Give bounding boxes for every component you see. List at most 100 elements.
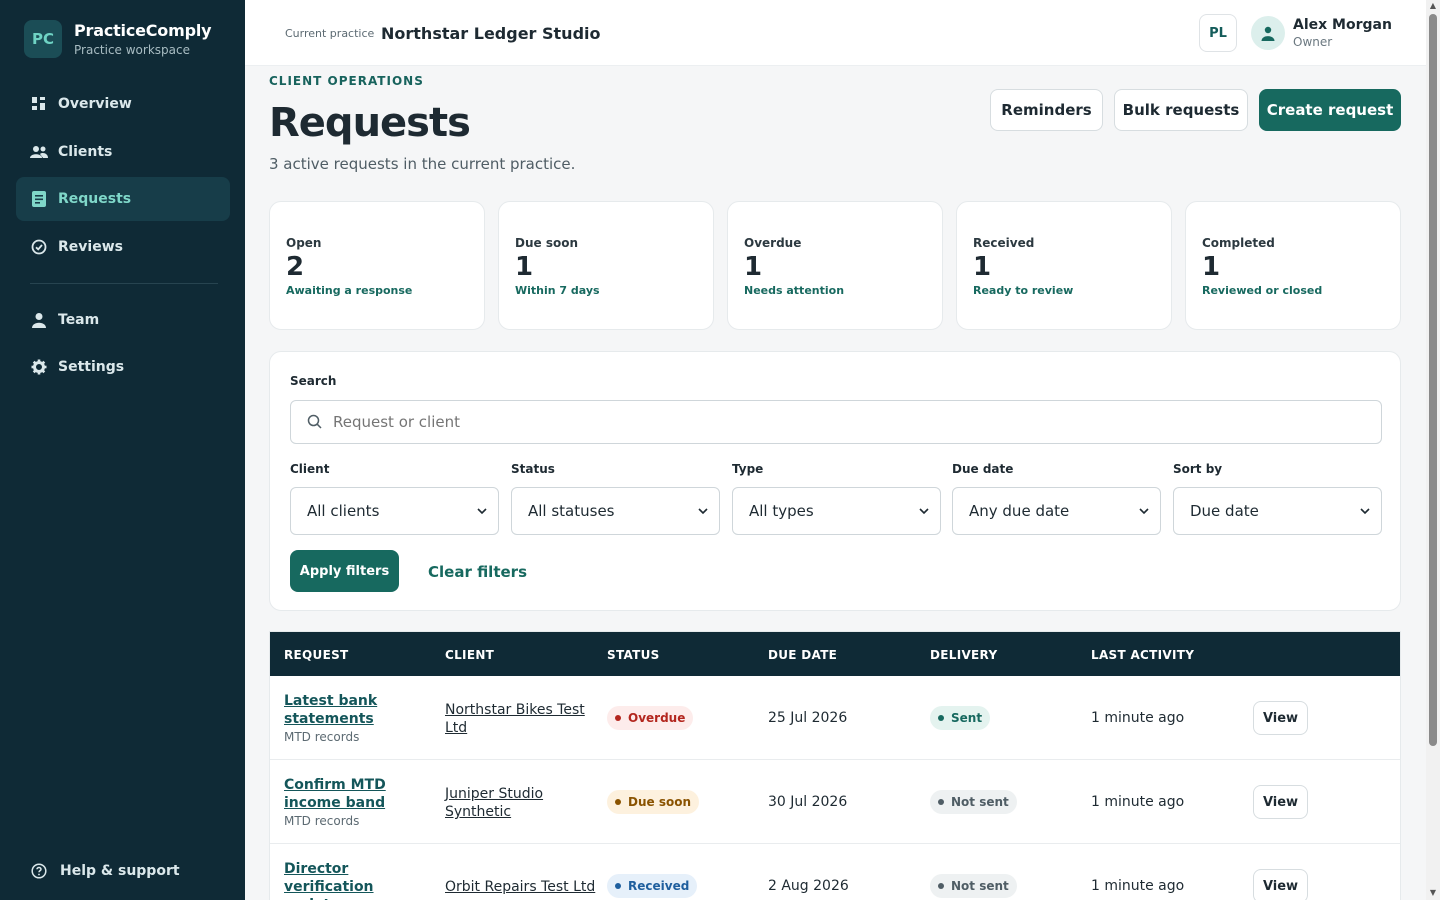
- sidebar-item-label: Overview: [58, 96, 132, 112]
- column-header-status[interactable]: STATUS: [607, 648, 660, 662]
- status-select-value: All statuses: [528, 502, 615, 520]
- reminders-button[interactable]: Reminders: [990, 89, 1103, 131]
- sort-by-select[interactable]: Due date: [1173, 487, 1382, 535]
- request-title-link[interactable]: Latest bank statements: [284, 692, 404, 728]
- type-filter-label: Type: [732, 462, 764, 476]
- stat-value: 1: [515, 252, 534, 282]
- stat-card-received: Received 1 Ready to review: [956, 201, 1172, 330]
- column-header-delivery[interactable]: DELIVERY: [930, 648, 997, 662]
- user-icon: [30, 311, 48, 329]
- stat-value: 2: [286, 252, 305, 282]
- due-date-filter-label: Due date: [952, 462, 1014, 476]
- column-header-client[interactable]: CLIENT: [445, 648, 494, 662]
- stat-note: Ready to review: [973, 284, 1074, 297]
- due-date: 30 Jul 2026: [768, 794, 848, 810]
- stat-label: Open: [286, 236, 322, 250]
- sidebar: PC PracticeComply Practice workspace Ove…: [0, 0, 245, 900]
- practice-switcher-badge[interactable]: PL: [1199, 14, 1237, 52]
- filters-card: Search Client Status Type Due date Sort …: [269, 351, 1401, 611]
- current-practice-name[interactable]: Northstar Ledger Studio: [381, 24, 601, 43]
- search-input[interactable]: [333, 413, 1373, 431]
- scroll-down-arrow-icon[interactable]: ▼: [1429, 889, 1437, 897]
- column-header-due-date[interactable]: DUE DATE: [768, 648, 837, 662]
- chevron-down-icon: [477, 508, 487, 515]
- clear-filters-link[interactable]: Clear filters: [428, 563, 527, 581]
- client-link[interactable]: Northstar Bikes Test Ltd: [445, 701, 585, 737]
- request-title-link[interactable]: Confirm MTD income band: [284, 776, 404, 812]
- stat-note: Awaiting a response: [286, 284, 413, 297]
- client-filter-label: Client: [290, 462, 330, 476]
- scroll-up-arrow-icon[interactable]: ▲: [1429, 2, 1437, 10]
- client-select[interactable]: All clients: [290, 487, 499, 535]
- delivery-dot: [938, 883, 944, 889]
- sidebar-item-clients[interactable]: Clients: [16, 130, 230, 174]
- due-date-select-value: Any due date: [969, 502, 1070, 520]
- apply-filters-button[interactable]: Apply filters: [290, 550, 399, 592]
- brand[interactable]: PC PracticeComply Practice workspace: [24, 20, 212, 58]
- type-select[interactable]: All types: [732, 487, 941, 535]
- sidebar-item-reviews[interactable]: Reviews: [16, 225, 230, 269]
- stat-value: 1: [973, 252, 992, 282]
- status-badge: Received: [607, 874, 698, 898]
- column-header-request[interactable]: REQUEST: [284, 648, 349, 662]
- view-button[interactable]: View: [1253, 701, 1308, 735]
- brand-subtitle: Practice workspace: [74, 43, 190, 57]
- request-title-link[interactable]: Director verification update: [284, 860, 424, 900]
- check-circle-icon: [30, 238, 48, 256]
- help-support-link[interactable]: Help & support: [30, 862, 180, 880]
- status-filter-label: Status: [511, 462, 555, 476]
- stat-label: Received: [973, 236, 1035, 250]
- users-icon: [30, 143, 48, 161]
- view-button[interactable]: View: [1253, 869, 1308, 900]
- stat-card-overdue: Overdue 1 Needs attention: [727, 201, 943, 330]
- stat-note: Needs attention: [744, 284, 845, 297]
- delivery-badge: Not sent: [930, 874, 1017, 898]
- delivery-text: Not sent: [951, 879, 1009, 893]
- section-eyebrow: CLIENT OPERATIONS: [269, 74, 424, 88]
- page-subtitle: 3 active requests in the current practic…: [269, 155, 576, 173]
- search-label: Search: [290, 374, 337, 388]
- current-practice-label: Current practice: [285, 27, 375, 40]
- sidebar-item-label: Requests: [58, 191, 132, 207]
- requests-table: REQUEST CLIENT STATUS DUE DATE DELIVERY …: [269, 631, 1401, 900]
- stat-label: Due soon: [515, 236, 578, 250]
- user-menu[interactable]: Alex Morgan Owner: [1251, 16, 1392, 50]
- table-header: REQUEST CLIENT STATUS DUE DATE DELIVERY …: [270, 632, 1400, 676]
- status-text: Received: [628, 879, 690, 893]
- last-activity: 1 minute ago: [1091, 878, 1185, 894]
- client-link[interactable]: Juniper Studio Synthetic: [445, 785, 585, 821]
- bulk-requests-button[interactable]: Bulk requests: [1114, 89, 1248, 131]
- brand-logo: PC: [24, 20, 62, 58]
- stat-value: 1: [1202, 252, 1221, 282]
- sidebar-item-requests[interactable]: Requests: [16, 177, 230, 221]
- page-title: Requests: [269, 100, 471, 146]
- create-request-button[interactable]: Create request: [1259, 89, 1401, 131]
- column-header-last-activity[interactable]: LAST ACTIVITY: [1091, 648, 1194, 662]
- sidebar-item-label: Clients: [58, 143, 113, 160]
- stat-card-due-soon: Due soon 1 Within 7 days: [498, 201, 714, 330]
- last-activity: 1 minute ago: [1091, 710, 1185, 726]
- table-row: Confirm MTD income band MTD records Juni…: [270, 760, 1400, 844]
- due-date: 25 Jul 2026: [768, 710, 848, 726]
- sidebar-item-settings[interactable]: Settings: [16, 345, 230, 389]
- table-row: Latest bank statements MTD records North…: [270, 676, 1400, 760]
- delivery-text: Not sent: [951, 795, 1009, 809]
- status-dot: [615, 715, 621, 721]
- last-activity: 1 minute ago: [1091, 794, 1185, 810]
- stat-card-completed: Completed 1 Reviewed or closed: [1185, 201, 1401, 330]
- user-role: Owner: [1293, 35, 1333, 49]
- view-button[interactable]: View: [1253, 785, 1308, 819]
- sidebar-item-overview[interactable]: Overview: [16, 82, 230, 126]
- status-badge: Overdue: [607, 706, 694, 730]
- status-select[interactable]: All statuses: [511, 487, 720, 535]
- stat-label: Overdue: [744, 236, 802, 250]
- scroll-thumb[interactable]: [1429, 14, 1437, 746]
- sidebar-item-team[interactable]: Team: [16, 298, 230, 342]
- delivery-badge: Sent: [930, 706, 991, 730]
- due-date: 2 Aug 2026: [768, 878, 849, 894]
- client-link[interactable]: Orbit Repairs Test Ltd: [445, 878, 605, 896]
- due-date-select[interactable]: Any due date: [952, 487, 1161, 535]
- search-field[interactable]: [290, 400, 1382, 444]
- page-scrollbar[interactable]: ▲ ▼: [1426, 0, 1440, 900]
- sort-by-select-value: Due date: [1190, 502, 1259, 520]
